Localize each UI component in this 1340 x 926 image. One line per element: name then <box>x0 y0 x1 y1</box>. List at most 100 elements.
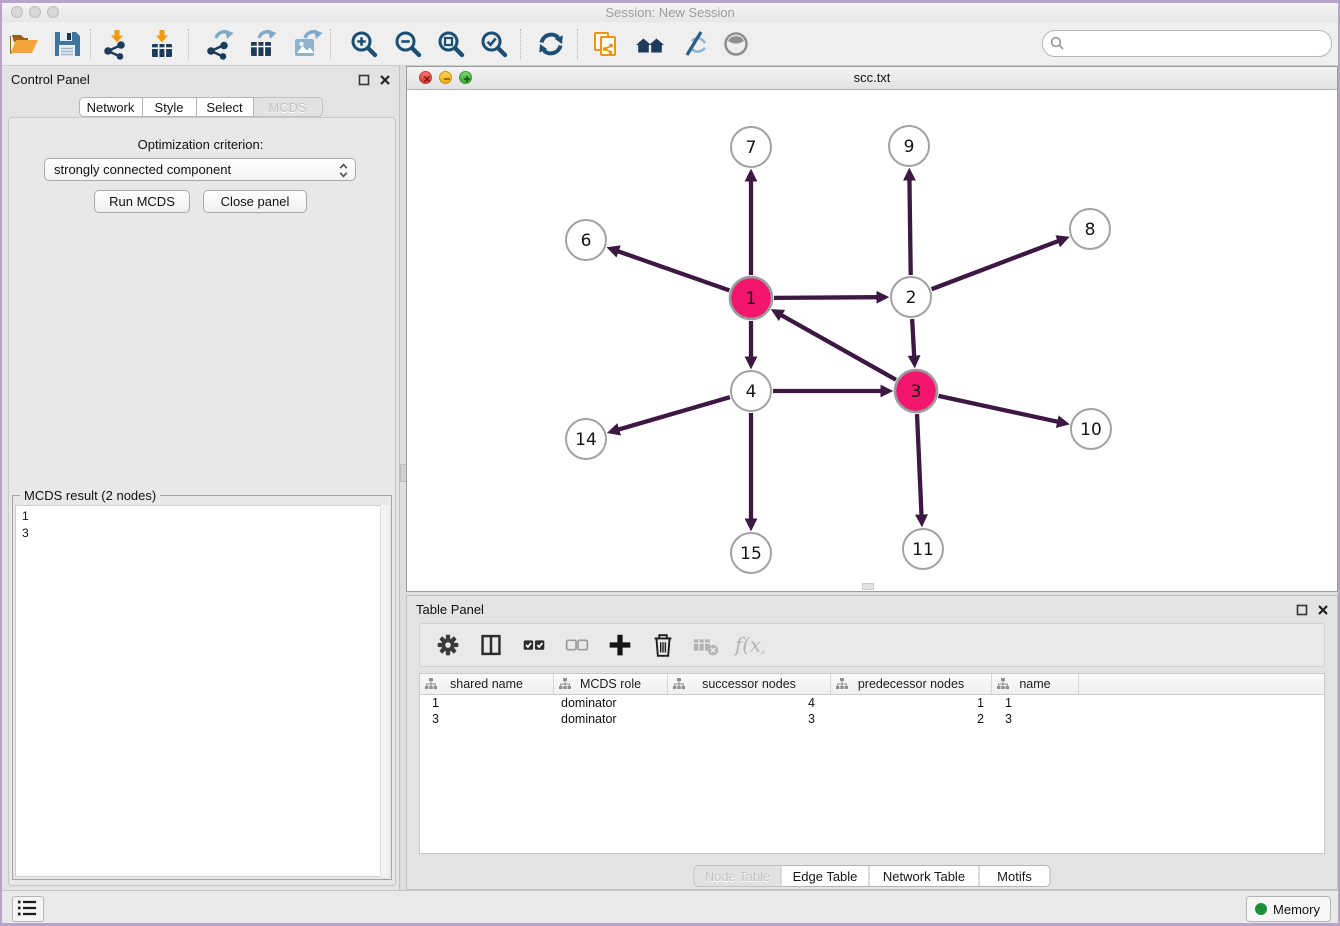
control-panel-title: Control Panel <box>11 72 90 87</box>
table-cell[interactable]: 1 <box>831 695 992 711</box>
graph-node-label: 14 <box>575 430 597 450</box>
toolbar-separator <box>520 29 521 59</box>
column-header-MCDS-role[interactable]: MCDS role <box>554 674 668 694</box>
graph-edge-2-8[interactable] <box>932 240 1061 289</box>
control-panel: Control Panel NetworkStyleSelectMCDS Opt… <box>2 66 400 890</box>
add-row-icon[interactable] <box>605 629 635 661</box>
graph-edge-1-2[interactable] <box>774 297 879 298</box>
task-history-button[interactable] <box>12 896 44 922</box>
refresh-icon[interactable] <box>535 28 567 60</box>
tab-mcds[interactable]: MCDS <box>254 97 323 117</box>
export-image-icon[interactable] <box>291 28 323 60</box>
export-network-icon[interactable] <box>204 28 236 60</box>
criterion-dropdown[interactable]: strongly connected component <box>44 158 356 181</box>
optimization-criterion-label: Optimization criterion: <box>2 137 399 152</box>
run-mcds-button[interactable]: Run MCDS <box>94 190 190 213</box>
memory-status-icon <box>1255 903 1267 915</box>
delete-row-icon[interactable] <box>648 629 678 661</box>
float-panel-icon[interactable] <box>358 73 370 85</box>
import-network-icon[interactable] <box>101 28 133 60</box>
select-all-icon[interactable] <box>519 629 549 661</box>
graph-edge-2-3[interactable] <box>912 319 914 358</box>
tab-select[interactable]: Select <box>197 97 254 117</box>
tab-style[interactable]: Style <box>143 97 197 117</box>
save-session-icon[interactable] <box>51 28 83 60</box>
mcds-result-text[interactable]: 1 3 <box>15 505 389 877</box>
close-panel-icon[interactable] <box>1317 603 1329 615</box>
table-cell[interactable]: 4 <box>668 695 831 711</box>
table-cell[interactable]: dominator <box>554 695 668 711</box>
delete-table-icon <box>691 629 721 661</box>
column-sort-icon <box>425 678 437 690</box>
column-header-shared-name[interactable]: shared name <box>420 674 554 694</box>
column-sort-icon <box>559 678 571 690</box>
tab-network[interactable]: Network <box>79 97 143 117</box>
hide-selected-icon[interactable] <box>678 28 710 60</box>
mcds-result-title: MCDS result (2 nodes) <box>20 488 160 503</box>
table-cell[interactable]: 2 <box>831 711 992 727</box>
table-cell[interactable]: 1 <box>420 695 554 711</box>
application-window: Session: New Session Control Panel <box>0 0 1340 926</box>
graph-edge-3-10[interactable] <box>938 396 1059 422</box>
import-table-icon[interactable] <box>146 28 178 60</box>
table-cell[interactable]: 3 <box>992 711 1079 727</box>
dropdown-stepper-icon <box>339 163 348 178</box>
graph-node-label: 2 <box>906 288 917 308</box>
tab-network-table[interactable]: Network Table <box>870 865 980 887</box>
graph-node-label: 15 <box>740 544 762 564</box>
window-title: Session: New Session <box>2 5 1338 20</box>
table-row[interactable]: 1dominator411 <box>420 695 1324 711</box>
tab-motifs[interactable]: Motifs <box>980 865 1051 887</box>
table-cell[interactable]: 3 <box>668 711 831 727</box>
graph-node-label: 9 <box>904 137 915 157</box>
network-view-title: scc.txt <box>407 70 1337 85</box>
zoom-out-icon[interactable] <box>392 28 424 60</box>
show-all-icon[interactable] <box>720 28 752 60</box>
graph-edge-3-11[interactable] <box>917 414 922 517</box>
memory-button[interactable]: Memory <box>1246 896 1331 922</box>
float-panel-icon[interactable] <box>1296 603 1308 615</box>
graph-node-label: 10 <box>1080 420 1102 440</box>
result-scrollbar[interactable] <box>380 505 389 877</box>
column-header-label: shared name <box>450 677 523 691</box>
clone-network-icon[interactable] <box>590 28 622 60</box>
zoom-selected-icon[interactable] <box>478 28 510 60</box>
graph-edge-2-9[interactable] <box>909 178 910 275</box>
table-panel-title: Table Panel <box>416 602 484 617</box>
column-header-successor-nodes[interactable]: successor nodes <box>668 674 831 694</box>
graph-node-label: 7 <box>746 138 757 158</box>
svg-text:f(x): f(x) <box>734 634 764 657</box>
fit-content-icon[interactable] <box>435 28 467 60</box>
table-cell[interactable]: 3 <box>420 711 554 727</box>
export-table-icon[interactable] <box>247 28 279 60</box>
toolbar-separator <box>90 29 91 59</box>
column-settings-icon[interactable] <box>433 629 463 661</box>
network-window-titlebar: scc.txt <box>407 67 1337 90</box>
search-input[interactable] <box>1042 30 1332 57</box>
search-icon <box>1050 36 1065 51</box>
create-column-icon[interactable] <box>476 629 506 661</box>
graph-edge-1-6[interactable] <box>616 251 729 291</box>
table-cell[interactable]: 1 <box>992 695 1079 711</box>
column-header-filler <box>1079 674 1324 694</box>
column-header-label: predecessor nodes <box>858 677 964 691</box>
column-header-label: MCDS role <box>580 677 641 691</box>
table-cell[interactable]: dominator <box>554 711 668 727</box>
open-file-icon[interactable] <box>8 28 40 60</box>
table-body: 1dominator4113dominator323 <box>420 695 1324 727</box>
close-panel-icon[interactable] <box>379 73 391 85</box>
deselect-all-icon[interactable] <box>562 629 592 661</box>
column-header-name[interactable]: name <box>992 674 1079 694</box>
table-row[interactable]: 3dominator323 <box>420 711 1324 727</box>
tab-edge-table[interactable]: Edge Table <box>782 865 870 887</box>
graph-edge-4-14[interactable] <box>617 397 730 430</box>
column-header-predecessor-nodes[interactable]: predecessor nodes <box>831 674 992 694</box>
graph-edge-3-1[interactable] <box>780 314 896 380</box>
first-neighbors-icon[interactable] <box>634 28 666 60</box>
network-graph-canvas[interactable]: 1234678910111415 <box>407 89 1337 591</box>
zoom-in-icon[interactable] <box>348 28 380 60</box>
canvas-grip[interactable] <box>862 583 874 590</box>
tab-node-table[interactable]: Node Table <box>694 865 782 887</box>
graph-node-label: 3 <box>911 382 922 402</box>
close-panel-button[interactable]: Close panel <box>203 190 307 213</box>
